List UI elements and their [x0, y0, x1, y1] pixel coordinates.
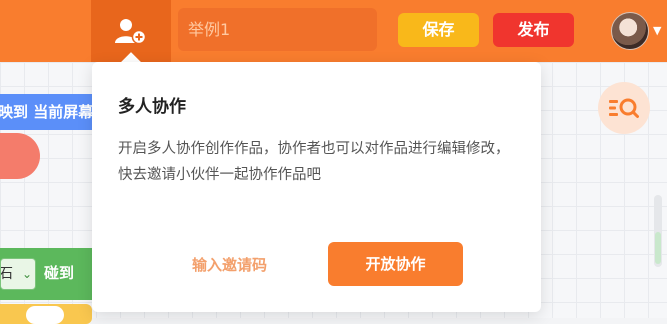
search-blocks-button[interactable] — [598, 82, 650, 134]
workspace-scrollbar-thumb[interactable] — [655, 232, 661, 264]
caret-down-icon[interactable]: ▼ — [653, 24, 661, 37]
add-user-icon — [115, 19, 147, 45]
code-block-blue-text: 映到 当前屏幕 — [0, 103, 94, 121]
code-block-dropdown[interactable]: 石 ⌄ — [0, 258, 36, 290]
collaboration-popover: 多人协作 开启多人协作创作作品，协作者也可以对作品进行编辑修改，快去邀请小伙伴一… — [92, 62, 541, 312]
save-button[interactable]: 保存 — [398, 13, 479, 47]
open-collaboration-button[interactable]: 开放协作 — [328, 242, 463, 286]
popover-title: 多人协作 — [118, 97, 186, 117]
avatar[interactable] — [611, 12, 649, 50]
publish-button[interactable]: 发布 — [493, 13, 574, 47]
search-list-icon — [609, 98, 639, 118]
chevron-down-icon: ⌄ — [21, 267, 32, 281]
code-block-dropdown-value: 石 — [0, 266, 13, 282]
code-block-input-slot[interactable] — [26, 306, 64, 324]
project-title-input[interactable] — [178, 8, 377, 51]
enter-invite-code-link[interactable]: 输入邀请码 — [192, 254, 267, 275]
popover-description: 开启多人协作创作作品，协作者也可以对作品进行编辑修改，快去邀请小伙伴一起协作作品… — [118, 141, 510, 183]
code-block-green-text: 碰到 — [44, 264, 75, 282]
